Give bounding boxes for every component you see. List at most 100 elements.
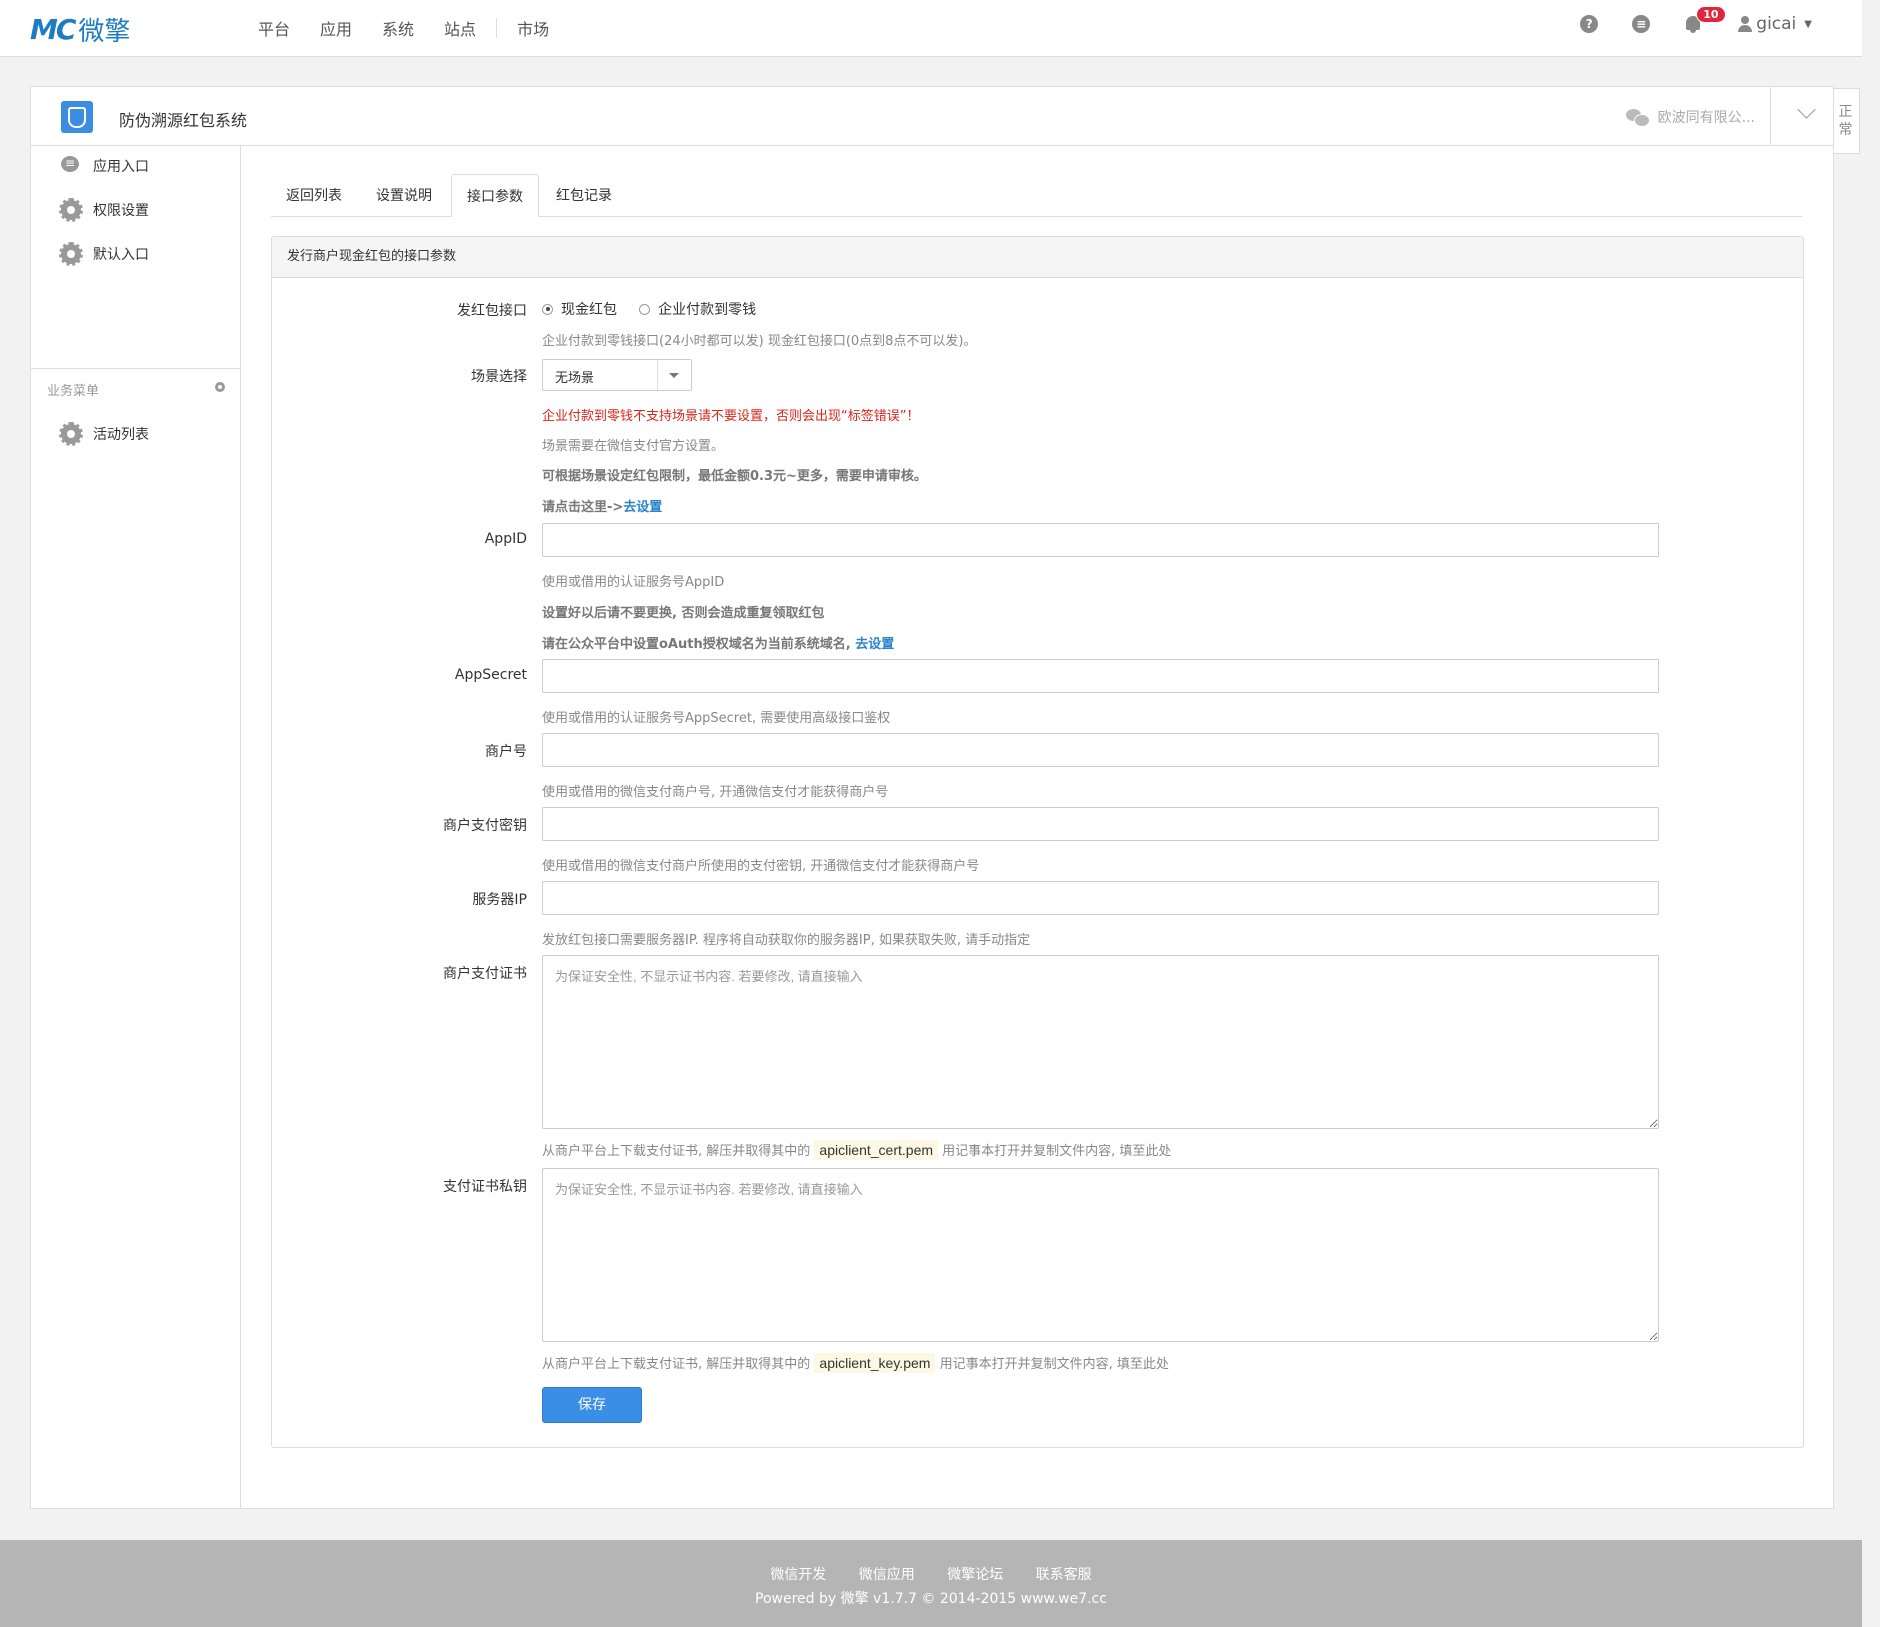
pay-key-input[interactable] — [542, 807, 1659, 841]
logo-mark: MC — [30, 12, 76, 46]
scene-help-2: 可根据场景设定红包限制，最低金额0.3元~更多，需要申请审核。 — [542, 469, 927, 484]
tab-api-params[interactable]: 接口参数 — [451, 174, 539, 217]
appid-help-text: 请在公众平台中设置oAuth授权域名为当前系统域名, — [542, 637, 856, 652]
nav-platform[interactable]: 平台 — [258, 16, 290, 40]
app-shield-icon — [61, 101, 93, 133]
scene-value: 无场景 — [555, 371, 595, 386]
sidebar-item-activity-list[interactable]: 活动列表 — [59, 422, 149, 446]
scene-setup-link[interactable]: 去设置 — [623, 500, 662, 515]
radio-cash-redpacket[interactable]: 现金红包 — [542, 299, 617, 319]
user-menu[interactable]: gicai ▼ — [1738, 14, 1812, 34]
nav-site[interactable]: 站点 — [444, 16, 476, 40]
scene-help-1: 场景需要在微信支付官方设置。 — [542, 439, 725, 454]
merchant-id-label: 商户号 — [485, 744, 527, 760]
nav-divider — [496, 18, 498, 38]
footer-copyright: Powered by 微擎 v1.7.7 © 2014-2015 www.we7… — [755, 1591, 1107, 1607]
oauth-setup-link[interactable]: 去设置 — [855, 637, 894, 652]
sidebar-item-permissions[interactable]: 权限设置 — [59, 198, 149, 222]
sidebar-item-label: 活动列表 — [93, 427, 149, 443]
tab-settings-guide[interactable]: 设置说明 — [361, 174, 447, 216]
footer-link-wechat-dev[interactable]: 微信开发 — [770, 1567, 826, 1583]
footer-link-forum[interactable]: 微擎论坛 — [947, 1567, 1003, 1583]
sidebar: 应用入口 权限设置 默认入口 业务菜单 活动列表 — [31, 146, 241, 1508]
pkey-help-text: 从商户平台上下载支付证书, 解压并取得其中的 — [542, 1357, 811, 1372]
gear-icon — [59, 198, 83, 222]
tab-back-to-list[interactable]: 返回列表 — [271, 174, 357, 216]
radio-label: 企业付款到零钱 — [658, 302, 757, 318]
status-side-tab[interactable]: 正常 — [1832, 88, 1860, 154]
app-header: 防伪溯源红包系统 欧波同有限公... — [31, 87, 1833, 146]
appid-help-3: 请在公众平台中设置oAuth授权域名为当前系统域名, 去设置 — [542, 633, 894, 652]
appsecret-input[interactable] — [542, 659, 1659, 693]
nav-system[interactable]: 系统 — [382, 16, 414, 40]
message-icon[interactable]: ≡ — [1632, 15, 1651, 33]
appsecret-help: 使用或借用的认证服务号AppSecret, 需要使用高级接口鉴权 — [542, 711, 891, 726]
private-key-textarea[interactable] — [542, 1168, 1659, 1342]
private-key-label: 支付证书私钥 — [443, 1179, 527, 1195]
appid-help-2: 设置好以后请不要更换, 否则会造成重复领取红包 — [542, 606, 825, 621]
help-icon[interactable]: ? — [1580, 15, 1599, 33]
appsecret-label: AppSecret — [454, 667, 527, 683]
scene-help-3: 请点击这里->去设置 — [542, 496, 662, 515]
save-button[interactable]: 保存 — [542, 1387, 642, 1423]
pay-key-help: 使用或借用的微信支付商户所使用的支付密钥, 开通微信支付才能获得商户号 — [542, 859, 980, 874]
user-icon — [1738, 16, 1753, 32]
appid-input[interactable] — [542, 523, 1659, 557]
cert-help-text: 从商户平台上下载支付证书, 解压并取得其中的 — [542, 1144, 811, 1159]
sidebar-divider — [31, 368, 240, 369]
sidebar-item-default-entry[interactable]: 默认入口 — [59, 242, 149, 266]
sidebar-item-label: 权限设置 — [93, 203, 149, 219]
pkey-help-text-2: 用记事本打开并复制文件内容, 填至此处 — [939, 1357, 1169, 1372]
header-divider — [1770, 87, 1771, 145]
cert-label: 商户支付证书 — [443, 966, 527, 982]
sidebar-item-label: 应用入口 — [93, 159, 149, 175]
iface-radio-group: 现金红包 企业付款到零钱 — [542, 299, 774, 319]
caret-down-icon: ▼ — [1804, 18, 1812, 30]
account-switcher[interactable]: 欧波同有限公... — [1625, 107, 1755, 127]
scene-label: 场景选择 — [471, 369, 527, 385]
scene-help-text: 请点击这里-> — [542, 500, 624, 515]
nav-apps[interactable]: 应用 — [320, 16, 352, 40]
footer-links: 微信开发 微信应用 微擎论坛 联系客服 — [0, 1540, 1862, 1584]
radio-enterprise-payment[interactable]: 企业付款到零钱 — [639, 299, 756, 319]
chevron-down-icon[interactable] — [1797, 100, 1816, 119]
sidebar-item-app-entry[interactable]: 应用入口 — [61, 155, 149, 176]
merchant-id-input[interactable] — [542, 733, 1659, 767]
tab-bar: 返回列表 设置说明 接口参数 红包记录 — [271, 174, 1802, 217]
appid-label: AppID — [484, 531, 527, 547]
group-settings-gear-icon[interactable] — [215, 382, 225, 392]
gear-icon — [59, 422, 83, 446]
iface-label: 发红包接口 — [457, 303, 527, 319]
iface-help: 企业付款到零钱接口(24小时都可以发) 现金红包接口(0点到8点不可以发)。 — [542, 334, 977, 349]
logo-text: 微擎 — [78, 16, 131, 47]
sidebar-group-title: 业务菜单 — [47, 384, 100, 399]
server-ip-help: 发放红包接口需要服务器IP. 程序将自动获取你的服务器IP, 如果获取失败, 请… — [542, 933, 1031, 948]
pkey-filename: apiclient_key.pem — [814, 1353, 936, 1373]
api-params-card: 发行商户现金红包的接口参数 发红包接口 现金红包 企业付款到零钱 企业付款到零钱… — [271, 236, 1804, 1448]
scene-warning: 企业付款到零钱不支持场景请不要设置，否则会出现“标签错误”！ — [542, 409, 920, 424]
notification-bell-icon[interactable]: 10 — [1684, 6, 1726, 34]
card-title: 发行商户现金红包的接口参数 — [272, 237, 1803, 278]
server-ip-label: 服务器IP — [472, 892, 527, 908]
chat-icon — [61, 155, 81, 176]
server-ip-input[interactable] — [542, 881, 1659, 915]
notification-badge: 10 — [1696, 6, 1726, 23]
cert-filename: apiclient_cert.pem — [814, 1140, 939, 1160]
scene-select[interactable]: 无场景 — [542, 359, 692, 391]
appid-help-1: 使用或借用的认证服务号AppID — [542, 575, 725, 590]
footer-link-wechat-apps[interactable]: 微信应用 — [859, 1567, 915, 1583]
logo[interactable]: MC 微擎 — [30, 12, 131, 47]
tab-redpacket-records[interactable]: 红包记录 — [541, 174, 627, 216]
nav-market[interactable]: 市场 — [517, 16, 549, 40]
sidebar-item-label: 默认入口 — [93, 247, 149, 263]
top-navbar: MC 微擎 平台 应用 系统 站点 市场 ? ≡ 10 gicai ▼ — [0, 0, 1862, 57]
top-actions: ? ≡ 10 gicai ▼ — [1546, 6, 1812, 34]
app-title: 防伪溯源红包系统 — [119, 111, 248, 130]
radio-label: 现金红包 — [561, 302, 617, 318]
pay-key-label: 商户支付密钥 — [443, 818, 527, 834]
footer-link-support[interactable]: 联系客服 — [1036, 1567, 1092, 1583]
cert-help-text-2: 用记事本打开并复制文件内容, 填至此处 — [942, 1144, 1172, 1159]
cert-textarea[interactable] — [542, 955, 1659, 1129]
footer: 微信开发 微信应用 微擎论坛 联系客服 Powered by 微擎 v1.7.7… — [0, 1540, 1862, 1627]
merchant-id-help: 使用或借用的微信支付商户号, 开通微信支付才能获得商户号 — [542, 785, 889, 800]
